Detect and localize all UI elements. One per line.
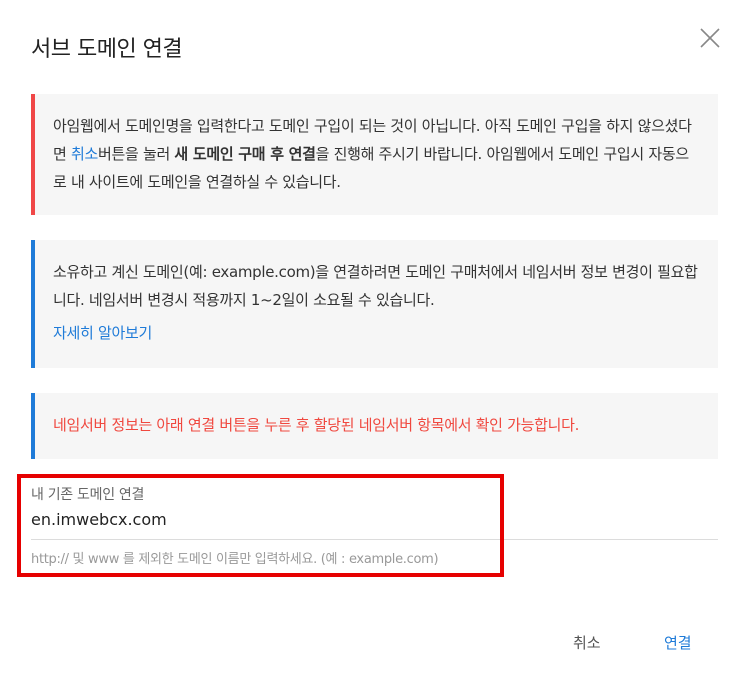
subdomain-dialog: 서브 도메인 연결 아임웹에서 도메인명을 입력한다고 도메인 구입이 되는 것…: [0, 0, 747, 676]
notice-accent-bar: [31, 94, 35, 215]
notice-accent-bar: [31, 393, 35, 459]
warning-text: 네임서버 정보는 아래 연결 버튼을 누른 후 할당된 네임서버 항목에서 확인…: [53, 416, 580, 434]
nameserver-notice: 소유하고 계신 도메인(예: example.com)을 연결하려면 도메인 구…: [31, 240, 718, 368]
notice-text: 소유하고 계신 도메인(예: example.com)을 연결하려면 도메인 구…: [53, 263, 698, 309]
existing-domain-field: 내 기존 도메인 연결 http:// 및 www 를 제외한 도메인 이름만 …: [31, 484, 718, 567]
field-hint: http:// 및 www 를 제외한 도메인 이름만 입력하세요. (예 : …: [31, 552, 439, 567]
learn-more-link[interactable]: 자세히 알아보기: [53, 319, 698, 347]
notice-bold-text: 새 도메인 구매 후 연결: [174, 145, 316, 163]
domain-purchase-notice: 아임웹에서 도메인명을 입력한다고 도메인 구입이 되는 것이 아닙니다. 아직…: [31, 94, 718, 215]
close-icon: [700, 28, 720, 48]
notice-accent-bar: [31, 240, 35, 368]
field-label: 내 기존 도메인 연결: [31, 487, 145, 503]
domain-input[interactable]: [31, 510, 718, 540]
cancel-button[interactable]: 취소: [567, 628, 607, 657]
connect-button[interactable]: 연결: [658, 628, 698, 657]
notice-text: 버튼을 눌러: [97, 145, 175, 163]
nameserver-warning: 네임서버 정보는 아래 연결 버튼을 누른 후 할당된 네임서버 항목에서 확인…: [31, 393, 718, 459]
close-button[interactable]: [696, 24, 724, 52]
dialog-title: 서브 도메인 연결: [31, 37, 183, 62]
cancel-link[interactable]: 취소: [71, 145, 98, 163]
